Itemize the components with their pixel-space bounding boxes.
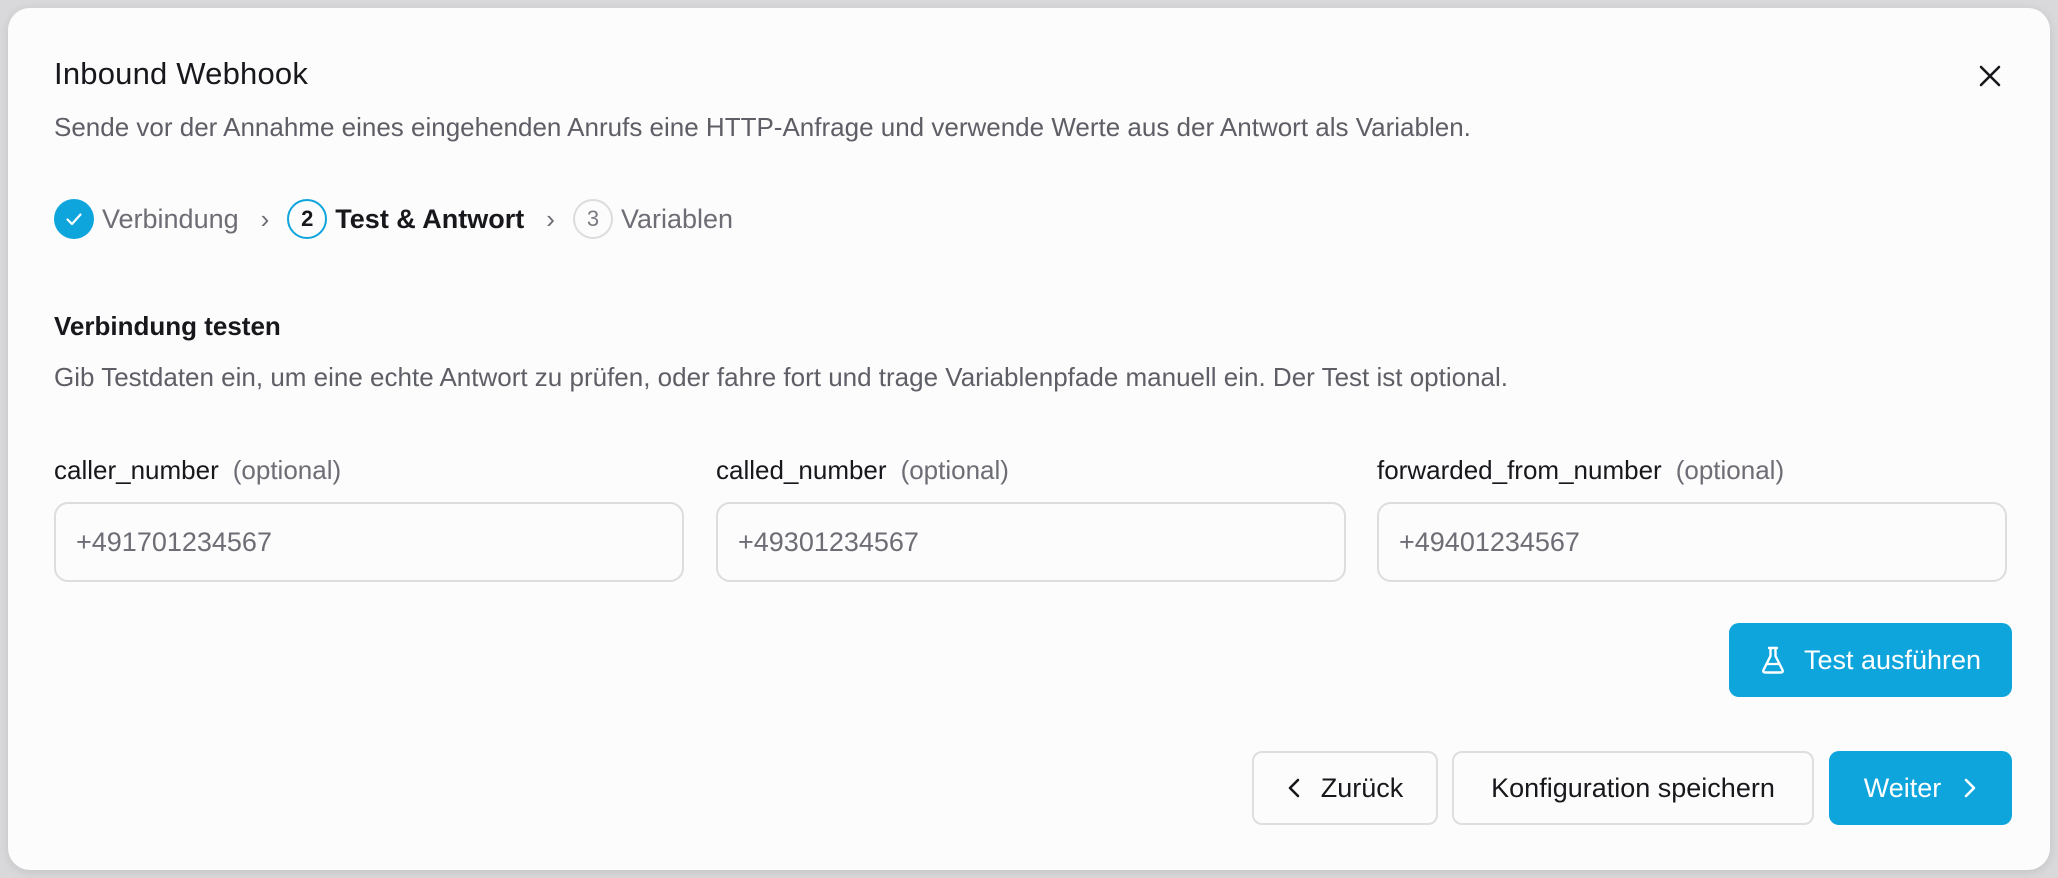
called-number-field: called_number (optional) — [716, 450, 1346, 582]
field-name: called_number — [716, 454, 887, 485]
step-test-antwort[interactable]: 2 Test & Antwort — [287, 199, 524, 239]
back-button[interactable]: Zurück — [1252, 751, 1438, 825]
next-label: Weiter — [1863, 772, 1942, 803]
dialog-subtitle: Sende vor der Annahme eines eingehenden … — [54, 112, 1471, 142]
section-description: Gib Testdaten ein, um eine echte Antwort… — [54, 362, 1508, 392]
field-name: caller_number — [54, 454, 219, 485]
called-number-input[interactable] — [716, 502, 1346, 582]
run-test-button[interactable]: Test ausführen — [1729, 623, 2012, 697]
check-icon — [66, 213, 82, 226]
step-verbindung[interactable]: Verbindung — [54, 199, 239, 239]
section-title: Verbindung testen — [54, 311, 281, 341]
chevron-left-icon — [1287, 777, 1301, 799]
step-label: Verbindung — [102, 203, 239, 234]
optional-hint: (optional) — [900, 454, 1009, 485]
field-label: caller_number (optional) — [54, 450, 684, 490]
dialog-title: Inbound Webhook — [54, 56, 309, 91]
save-configuration-button[interactable]: Konfiguration speichern — [1452, 751, 1814, 825]
forwarded-from-number-field: forwarded_from_number (optional) — [1377, 450, 2007, 582]
stepper: Verbindung › 2 Test & Antwort › 3 Variab… — [54, 198, 733, 240]
close-icon — [1979, 65, 2001, 87]
step-number: 2 — [287, 199, 328, 239]
next-button[interactable]: Weiter — [1829, 751, 2012, 825]
save-configuration-label: Konfiguration speichern — [1491, 772, 1775, 803]
close-button[interactable] — [1970, 56, 2010, 96]
inbound-webhook-dialog: Inbound Webhook Sende vor der Annahme ei… — [8, 8, 2050, 870]
optional-hint: (optional) — [232, 454, 342, 485]
field-label: called_number (optional) — [716, 450, 1346, 490]
step-number: 3 — [572, 199, 613, 239]
flask-icon — [1760, 645, 1786, 675]
step-separator: › — [260, 203, 270, 234]
forwarded-from-number-input[interactable] — [1377, 502, 2007, 582]
step-done-indicator — [54, 199, 94, 239]
step-variablen[interactable]: 3 Variablen — [572, 199, 734, 239]
optional-hint: (optional) — [1675, 454, 1785, 485]
step-label: Test & Antwort — [335, 203, 525, 234]
caller-number-field: caller_number (optional) — [54, 450, 684, 582]
back-label: Zurück — [1320, 772, 1404, 803]
run-test-label: Test ausführen — [1803, 644, 1982, 675]
chevron-right-icon — [1963, 777, 1977, 799]
step-label: Variablen — [620, 203, 734, 234]
step-separator: › — [546, 203, 555, 234]
caller-number-input[interactable] — [54, 502, 684, 582]
field-name: forwarded_from_number — [1377, 454, 1662, 485]
field-label: forwarded_from_number (optional) — [1377, 450, 2007, 490]
